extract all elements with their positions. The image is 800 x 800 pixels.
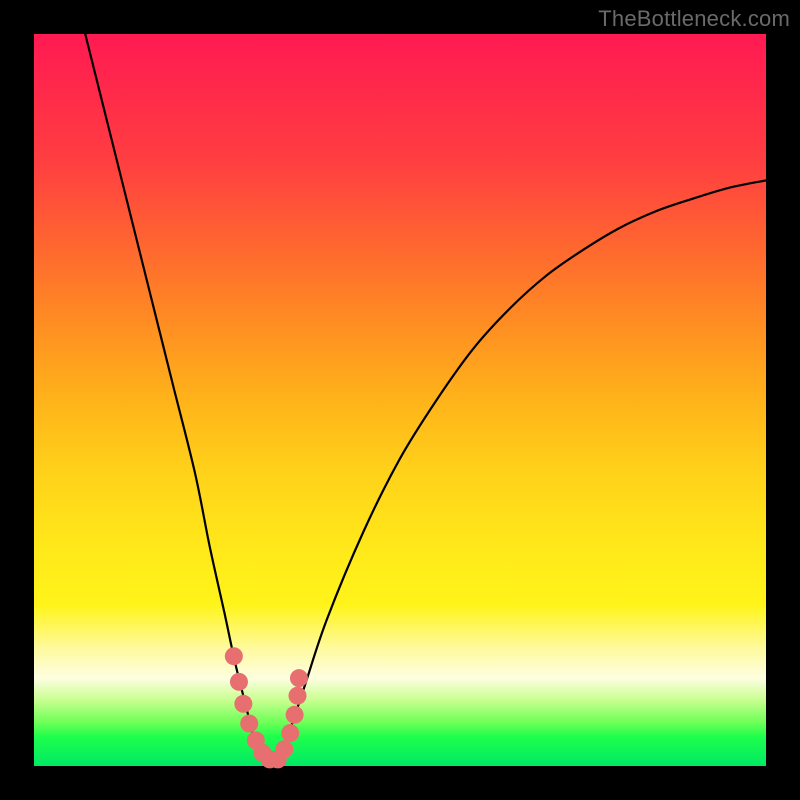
curve-marker <box>286 706 304 724</box>
marker-group <box>225 647 308 768</box>
curve-marker <box>230 673 248 691</box>
chart-overlay <box>34 34 766 766</box>
curve-marker <box>281 724 299 742</box>
curve-marker <box>290 669 308 687</box>
curve-marker <box>275 740 293 758</box>
curve-marker <box>234 695 252 713</box>
bottleneck-curve <box>85 34 766 763</box>
chart-plot-area <box>34 34 766 766</box>
curve-marker <box>289 687 307 705</box>
curve-marker <box>240 715 258 733</box>
watermark-text: TheBottleneck.com <box>598 6 790 32</box>
curve-marker <box>225 647 243 665</box>
chart-frame: TheBottleneck.com <box>0 0 800 800</box>
